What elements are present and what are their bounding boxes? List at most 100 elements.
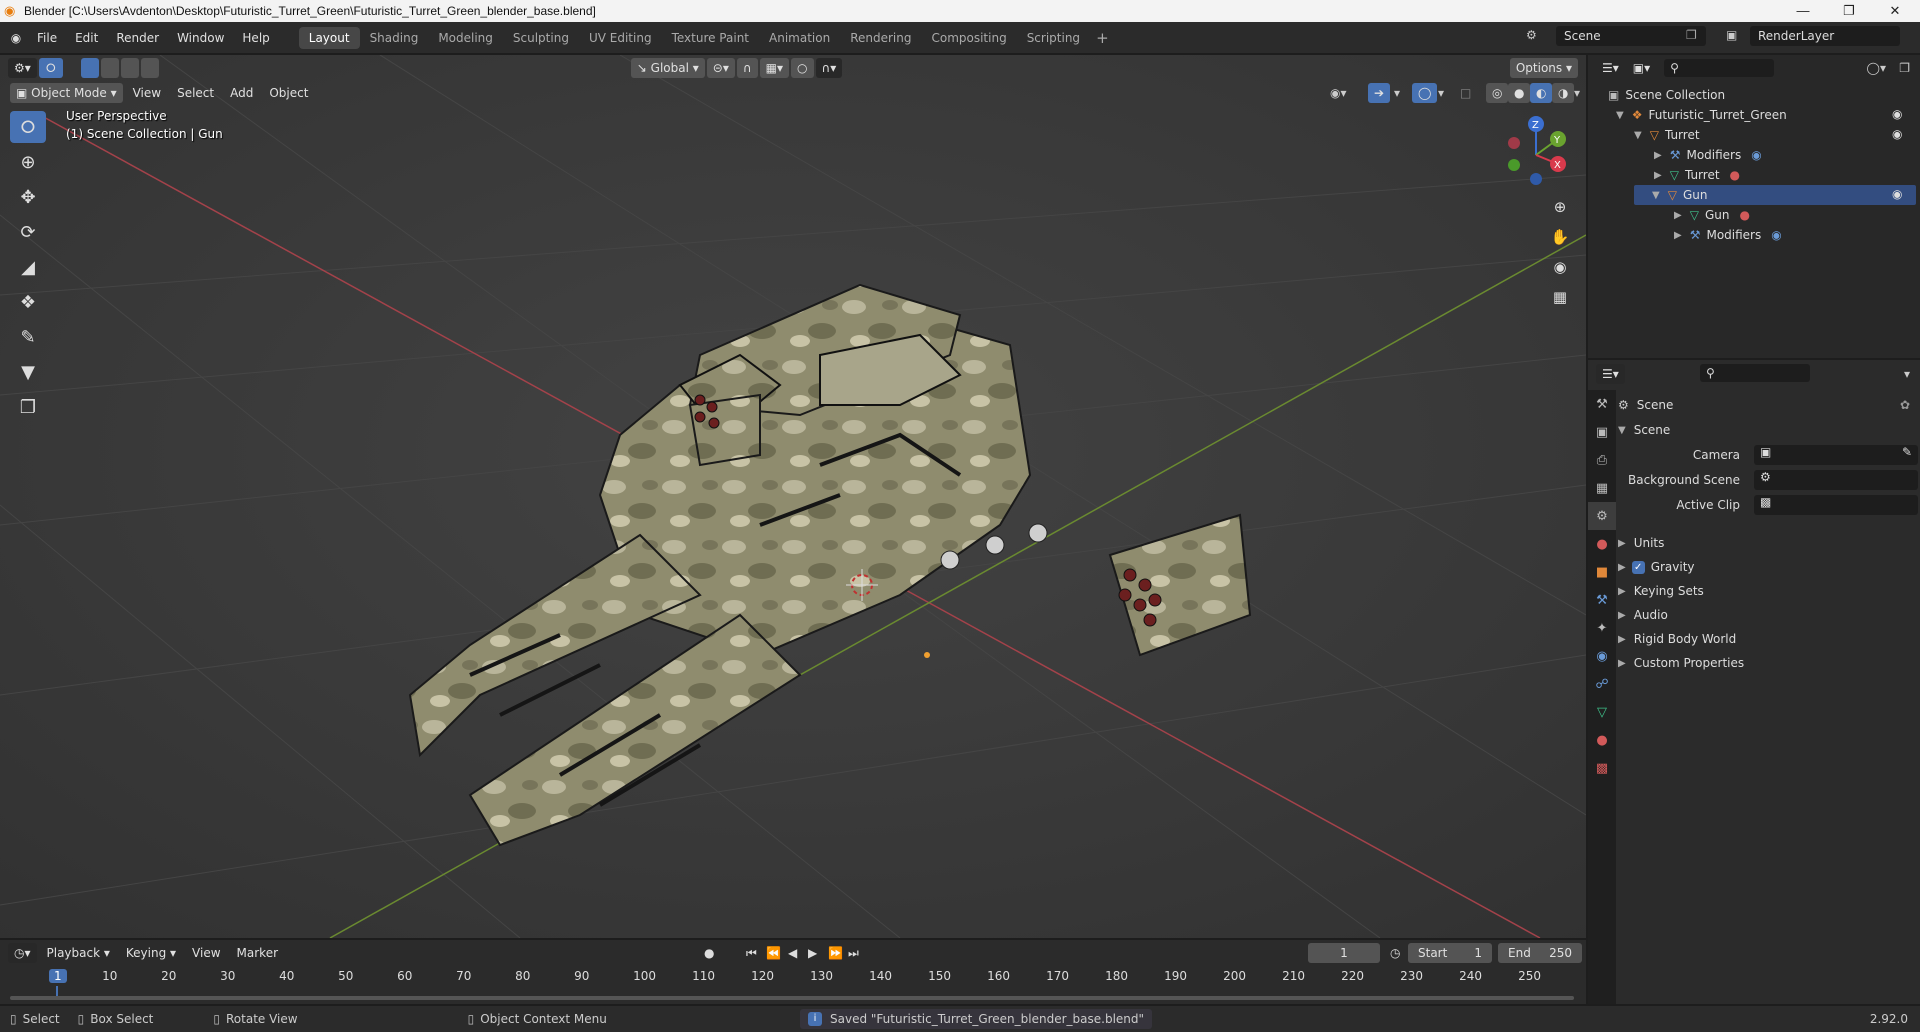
xray-icon[interactable]: □ — [1460, 86, 1471, 100]
falloff-icon[interactable]: ∩▾ — [815, 58, 843, 78]
tab-texture-icon[interactable]: ▩ — [1588, 754, 1616, 782]
editor-type-icon[interactable]: ⚙▾ — [8, 58, 37, 78]
tool-transform-icon[interactable]: ❖ — [10, 286, 46, 318]
zoom-view-icon[interactable]: ⊕ — [1546, 193, 1574, 221]
collapse-arrow-icon[interactable]: ▶ — [1618, 610, 1626, 621]
panel-custom-properties[interactable]: ▶ Custom Properties — [1618, 652, 1918, 674]
outliner-editor-type-icon[interactable]: ☰▾ — [1596, 58, 1625, 78]
scene-type-icon[interactable]: ⚙ — [1526, 28, 1537, 42]
eyedropper-icon[interactable]: ✎ — [1902, 445, 1912, 459]
overlays-icon[interactable]: ◯ — [1412, 83, 1438, 103]
collapse-arrow-icon[interactable]: ▶ — [1674, 230, 1682, 241]
frame-ruler[interactable]: 1 10 20 30 40 50 60 70 80 90 100 110 120 130 140 150 160… — [0, 940, 1586, 1004]
select-tool-icon[interactable]: ⭘ — [38, 58, 63, 78]
tab-constraints-icon[interactable]: ☍ — [1588, 670, 1616, 698]
proportional-edit-icon[interactable]: ○ — [791, 58, 814, 78]
tool-select-box-icon[interactable]: ⭘ — [10, 111, 46, 143]
select-mode-invert-icon[interactable] — [140, 58, 159, 78]
collapse-arrow-icon[interactable]: ▶ — [1618, 586, 1626, 597]
expand-arrow-icon[interactable]: ▼ — [1618, 425, 1626, 436]
tab-sculpting[interactable]: Sculpting — [503, 27, 579, 49]
menu-window[interactable]: Window — [168, 27, 233, 49]
panel-rigid-body-world[interactable]: ▶ Rigid Body World — [1618, 628, 1918, 650]
expand-arrow-icon[interactable]: ▼ — [1652, 190, 1660, 201]
tab-object-icon[interactable]: ■ — [1588, 558, 1616, 586]
collapse-arrow-icon[interactable]: ▶ — [1618, 658, 1626, 669]
new-collection-icon[interactable]: ❐ — [1899, 61, 1910, 75]
camera-field[interactable]: ▣ ✎ — [1754, 445, 1918, 465]
gravity-checkbox[interactable]: ✓ — [1631, 560, 1645, 574]
active-clip-field[interactable]: ▩ — [1754, 495, 1918, 515]
options-dropdown[interactable]: Options ▾ — [1509, 58, 1578, 78]
tab-tool-icon[interactable]: ⚒ — [1588, 390, 1616, 418]
expand-arrow-icon[interactable]: ▼ — [1634, 130, 1642, 141]
outliner-item-turret[interactable]: ▼ ▽ Turret — [1634, 125, 1700, 145]
tab-modeling[interactable]: Modeling — [428, 27, 503, 49]
collapse-arrow-icon[interactable]: ▶ — [1618, 634, 1626, 645]
outliner-item-gun-modifiers[interactable]: ▶ ⚒ Modifiers ◉ — [1674, 225, 1782, 245]
tab-world-icon[interactable]: ● — [1588, 530, 1616, 558]
tab-render-icon[interactable]: ▣ — [1588, 418, 1616, 446]
3d-viewport[interactable]: Z Y X ⚙▾ ⭘ ↘ Global ▾ ⊝▾ ∩ ▦▾ ○ ∩▾ Optio… — [0, 55, 1586, 938]
collapse-arrow-icon[interactable]: ▶ — [1654, 150, 1662, 161]
collapse-arrow-icon[interactable]: ▶ — [1654, 170, 1662, 181]
shading-material-icon[interactable]: ◐ — [1530, 83, 1553, 103]
tab-scripting[interactable]: Scripting — [1017, 27, 1090, 49]
tab-layout[interactable]: Layout — [298, 26, 360, 49]
transform-orientation-dropdown[interactable]: ↘ Global ▾ — [630, 58, 705, 78]
tool-scale-icon[interactable]: ◢ — [10, 251, 46, 283]
menu-render[interactable]: Render — [107, 27, 168, 49]
outliner-search-input[interactable]: ⚲ — [1664, 59, 1775, 77]
visibility-icon[interactable]: ◉▾ — [1330, 86, 1347, 100]
playhead[interactable] — [56, 986, 58, 996]
blender-menu-icon[interactable]: ◉ — [4, 31, 28, 45]
expand-arrow-icon[interactable]: ▼ — [1616, 110, 1624, 121]
viewport-menu-add[interactable]: Add — [222, 83, 261, 103]
outliner-item-gun[interactable]: ▼ ▽ Gun — [1634, 185, 1916, 205]
visibility-eye-icon[interactable]: ◉ — [1892, 107, 1902, 121]
viewport-menu-select[interactable]: Select — [169, 83, 222, 103]
restore-icon[interactable]: ❐ — [1826, 0, 1872, 22]
tab-uv-editing[interactable]: UV Editing — [579, 27, 662, 49]
camera-view-icon[interactable]: ◉ — [1546, 253, 1574, 281]
panel-keying-sets[interactable]: ▶ Keying Sets — [1618, 580, 1918, 602]
menu-edit[interactable]: Edit — [66, 27, 107, 49]
tab-modifiers-icon[interactable]: ⚒ — [1588, 586, 1616, 614]
tool-move-icon[interactable]: ✥ — [10, 181, 46, 213]
panel-audio[interactable]: ▶ Audio — [1618, 604, 1918, 626]
properties-options-icon[interactable]: ▾ — [1904, 367, 1910, 381]
timeline-scrollbar[interactable] — [10, 996, 1574, 1000]
tool-annotate-icon[interactable]: ✎ — [10, 321, 46, 353]
properties-editor-type-icon[interactable]: ☰▾ — [1596, 364, 1625, 384]
panel-scene-header[interactable]: ▼ Scene — [1618, 419, 1918, 441]
pivot-point-icon[interactable]: ⊝▾ — [706, 58, 735, 78]
shading-wireframe-icon[interactable]: ◎ — [1486, 83, 1509, 103]
outliner-item-turret-mesh[interactable]: ▶ ▽ Turret ● — [1654, 165, 1740, 185]
snap-icon[interactable]: ∩ — [736, 58, 758, 78]
new-scene-icon[interactable]: ❐ — [1686, 28, 1697, 42]
select-mode-extend-icon[interactable] — [100, 58, 119, 78]
shading-rendered-icon[interactable]: ◑ — [1552, 83, 1575, 103]
tab-physics-icon[interactable]: ◉ — [1588, 642, 1616, 670]
panel-gravity[interactable]: ▶ ✓ Gravity — [1618, 556, 1918, 578]
view-layer-icon[interactable]: ▣ — [1726, 28, 1737, 42]
mode-dropdown[interactable]: ▣ Object Mode ▾ — [10, 83, 123, 103]
background-scene-field[interactable]: ⚙ — [1754, 470, 1918, 490]
outliner-display-mode-icon[interactable]: ▣▾ — [1626, 58, 1657, 78]
add-workspace-icon[interactable]: + — [1090, 29, 1115, 47]
shading-dropdown-icon[interactable]: ▾ — [1574, 86, 1580, 100]
select-mode-new-icon[interactable] — [80, 58, 99, 78]
tab-texture-paint[interactable]: Texture Paint — [662, 27, 759, 49]
viewport-canvas[interactable]: Z Y X — [0, 55, 1586, 938]
collapse-arrow-icon[interactable]: ▶ — [1618, 562, 1626, 573]
tab-data-icon[interactable]: ▽ — [1588, 698, 1616, 726]
tab-compositing[interactable]: Compositing — [921, 27, 1016, 49]
view-layer-selector[interactable]: RenderLayer — [1750, 26, 1900, 46]
outliner-item-turret-modifiers[interactable]: ▶ ⚒ Modifiers ◉ — [1654, 145, 1762, 165]
tab-material-icon[interactable]: ● — [1588, 726, 1616, 754]
tab-particles-icon[interactable]: ✦ — [1588, 614, 1616, 642]
outliner-item-futuristic-turret-green[interactable]: ▼ ❖ Futuristic_Turret_Green — [1616, 105, 1787, 125]
tab-view-layer-icon[interactable]: ▦ — [1588, 474, 1616, 502]
collapse-arrow-icon[interactable]: ▶ — [1674, 210, 1682, 221]
outliner-item-gun-mesh[interactable]: ▶ ▽ Gun ● — [1674, 205, 1750, 225]
